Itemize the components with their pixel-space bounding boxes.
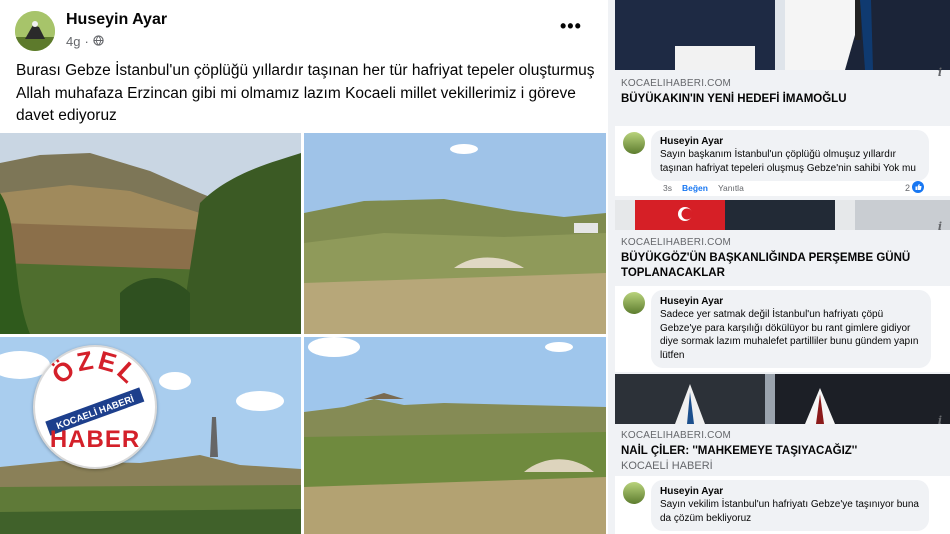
comment-1-bubble: Huseyin Ayar Sayın başkanım İstanbul'un … [651,130,929,181]
like-reaction-icon [912,181,925,195]
news-card-2-image[interactable] [615,200,950,230]
svg-text:ÖZEL: ÖZEL [46,347,145,390]
news-card-1[interactable]: KOCAELIHABERI.COM BÜYÜKAKIN'IN YENİ HEDE… [615,0,950,196]
comment-1-avatar[interactable] [623,132,645,154]
author-avatar[interactable] [15,11,55,51]
news-card-1-domain: KOCAELIHABERI.COM [621,78,732,89]
news-card-3-subtitle: KOCAELİ HABERİ [621,460,713,472]
reply-button[interactable]: Yanıtla [718,183,744,193]
news-card-2-domain: KOCAELIHABERI.COM [621,237,732,248]
like-button[interactable]: Beğen [682,183,708,193]
comment-3-author[interactable]: Huseyin Ayar [660,486,920,497]
post-photo-4[interactable] [304,337,606,534]
comment-3-text: Sayın vekilim İstanbul'un hafriyatı Gebz… [660,499,919,524]
post-time[interactable]: 4g [66,34,80,49]
comment-1-reactions[interactable]: 2 [905,181,925,195]
news-card-1-info[interactable]: KOCAELIHABERI.COM BÜYÜKAKIN'IN YENİ HEDE… [615,66,950,127]
comment-2-author[interactable]: Huseyin Ayar [660,296,922,307]
more-options-icon[interactable]: ••• [560,16,582,37]
comment-3-avatar[interactable] [623,482,645,504]
ozel-haber-badge: ÖZEL KOCAELİ HABERİ HABER [33,344,157,469]
info-icon[interactable]: i [938,414,942,427]
comment-1-author[interactable]: Huseyin Ayar [660,136,920,147]
comments-column: KOCAELIHABERI.COM BÜYÜKAKIN'IN YENİ HEDE… [608,0,950,534]
badge-line1: ÖZEL [46,344,143,390]
news-card-3[interactable]: KOCAELIHABERI.COM NAİL ÇİLER: ''MAHKEMEY… [615,374,950,534]
comment-2-text: Sadece yer satmak değil İstanbul'un hafr… [660,309,919,361]
news-card-3-info[interactable]: KOCAELIHABERI.COM NAİL ÇİLER: ''MAHKEMEY… [615,414,950,477]
post-text: Burası Gebze İstanbul'un çöplüğü yıllard… [16,62,595,124]
news-card-3-title[interactable]: NAİL ÇİLER: ''MAHKEMEYE TAŞIYACAĞIZ'' [621,444,921,459]
badge-line3: HABER [50,426,140,453]
facebook-post: Huseyin Ayar 4g · ••• Burası Gebze İstan… [0,0,608,534]
comment-3-bubble: Huseyin Ayar Sayın vekilim İstanbul'un h… [651,480,929,531]
comment-3: Huseyin Ayar Sayın vekilim İstanbul'un h… [615,476,950,534]
post-meta: 4g · [66,34,104,49]
news-card-2-info[interactable]: KOCAELIHABERI.COM BÜYÜKGÖZ'ÜN BAŞKANLIĞI… [615,220,950,287]
news-card-3-image[interactable] [615,374,950,424]
comment-1-actions: 3s Beğen Yanıtla [663,183,744,193]
comment-1: Huseyin Ayar Sayın başkanım İstanbul'un … [615,126,950,196]
info-icon[interactable]: i [938,220,942,233]
reaction-count: 2 [905,183,911,193]
news-card-1-title[interactable]: BÜYÜKAKIN'IN YENİ HEDEFİ İMAMOĞLU [621,92,921,107]
news-card-2[interactable]: KOCAELIHABERI.COM BÜYÜKGÖZ'ÜN BAŞKANLIĞI… [615,200,950,372]
comment-1-text: Sayın başkanım İstanbul'un çöplüğü olmuş… [660,149,916,174]
comment-2: Huseyin Ayar Sadece yer satmak değil İst… [615,286,950,372]
info-icon[interactable]: i [938,66,942,79]
news-card-1-image[interactable] [615,0,950,70]
comment-2-avatar[interactable] [623,292,645,314]
news-card-3-domain: KOCAELIHABERI.COM [621,430,732,441]
comment-2-bubble: Huseyin Ayar Sadece yer satmak değil İst… [651,290,931,368]
post-photo-1[interactable] [0,133,301,334]
news-card-2-title[interactable]: BÜYÜKGÖZ'ÜN BAŞKANLIĞINDA PERŞEMBE GÜNÜ … [621,251,921,281]
globe-icon [93,34,104,49]
author-name[interactable]: Huseyin Ayar [66,11,167,29]
comment-1-time[interactable]: 3s [663,183,672,193]
post-photo-2[interactable] [304,133,606,334]
